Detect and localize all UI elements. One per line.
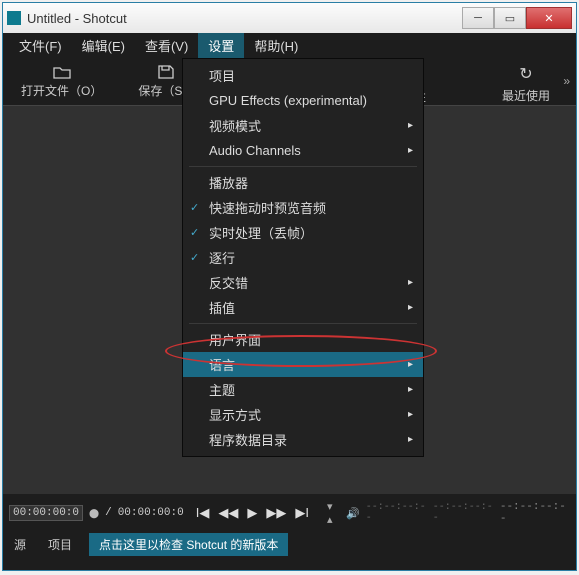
volume-area: ▾ ▴ 🔊 --:--:--:-- --:--:--:-- [327, 500, 494, 526]
chevron-right-icon: ▸ [408, 145, 413, 156]
open-file-label: 打开文件（O） [21, 82, 102, 99]
zoom-controls[interactable]: ▾ ▴ [327, 500, 340, 526]
close-button[interactable]: ✕ [526, 7, 572, 29]
recent-label: 最近使用 [502, 87, 550, 104]
skip-start-icon[interactable]: I◀ [196, 505, 210, 521]
chevron-right-icon: ▸ [408, 384, 413, 395]
window-title: Untitled - Shotcut [27, 11, 462, 26]
volume-icon[interactable]: 🔊 [346, 507, 360, 520]
transport-controls: I◀ ◀◀ ▶ ▶▶ ▶I [196, 505, 309, 521]
menu-item-player-heading: 播放器 [183, 170, 423, 195]
menu-view[interactable]: 查看(V) [135, 33, 198, 58]
check-icon: ✓ [190, 201, 199, 214]
tab-project[interactable]: 项目 [37, 534, 83, 555]
time-separator: / [105, 507, 112, 519]
total-time: 00:00:00:0 [118, 507, 184, 519]
menu-help[interactable]: 帮助(H) [244, 33, 308, 58]
toolbar-overflow[interactable]: » [563, 74, 570, 88]
out-point: --:--:--:-- [433, 502, 494, 524]
update-check-link[interactable]: 点击这里以检查 Shotcut 的新版本 [89, 533, 288, 556]
settings-menu: 项目 GPU Effects (experimental) 视频模式▸ Audi… [182, 58, 424, 457]
menu-item-gpu[interactable]: GPU Effects (experimental) [183, 88, 423, 113]
chevron-right-icon: ▸ [408, 302, 413, 313]
check-icon: ✓ [190, 226, 199, 239]
menu-item-theme[interactable]: 主题▸ [183, 377, 423, 402]
recent-button[interactable]: ↻ 最近使用 [502, 64, 550, 104]
menu-item-video-mode[interactable]: 视频模式▸ [183, 113, 423, 138]
chevron-right-icon: ▸ [408, 434, 413, 445]
menu-item-ui-heading: 用户界面 [183, 327, 423, 352]
menu-edit[interactable]: 编辑(E) [72, 33, 135, 58]
menu-separator [189, 323, 417, 324]
tab-source[interactable]: 源 [3, 534, 37, 555]
menu-item-deinterlace[interactable]: 反交错▸ [183, 270, 423, 295]
save-icon [157, 65, 175, 79]
statusbar: 源 项目 点击这里以检查 Shotcut 的新版本 [3, 532, 576, 557]
check-icon: ✓ [190, 251, 199, 264]
menu-item-display-method[interactable]: 显示方式▸ [183, 402, 423, 427]
menubar: 文件(F) 编辑(E) 查看(V) 设置 帮助(H) [3, 33, 576, 58]
menu-item-realtime[interactable]: ✓实时处理（丢帧） [183, 220, 423, 245]
duration-display: --:--:--:-- [500, 501, 568, 525]
menu-file[interactable]: 文件(F) [9, 33, 72, 58]
skip-end-icon[interactable]: ▶I [295, 505, 309, 521]
app-window: Untitled - Shotcut ─ ▭ ✕ 文件(F) 编辑(E) 查看(… [2, 2, 577, 571]
chevron-right-icon: ▸ [408, 277, 413, 288]
maximize-button[interactable]: ▭ [494, 7, 526, 29]
window-buttons: ─ ▭ ✕ [462, 7, 572, 29]
folder-open-icon [53, 65, 71, 79]
open-file-button[interactable]: 打开文件（O） [3, 65, 120, 99]
chevron-right-icon: ▸ [408, 409, 413, 420]
player-controls: 00:00:00:0 ⬤ / 00:00:00:0 I◀ ◀◀ ▶ ▶▶ ▶I … [3, 494, 576, 532]
menu-item-interpolation[interactable]: 插值▸ [183, 295, 423, 320]
play-icon[interactable]: ▶ [247, 505, 257, 521]
menu-item-project[interactable]: 项目 [183, 63, 423, 88]
titlebar: Untitled - Shotcut ─ ▭ ✕ [3, 3, 576, 33]
menu-separator [189, 166, 417, 167]
rewind-icon[interactable]: ◀◀ [218, 505, 238, 521]
clock-icon: ↻ [519, 64, 532, 84]
fastforward-icon[interactable]: ▶▶ [266, 505, 286, 521]
menu-settings[interactable]: 设置 [198, 33, 244, 58]
menu-item-scrub-audio[interactable]: ✓快速拖动时预览音频 [183, 195, 423, 220]
in-point: --:--:--:-- [366, 502, 427, 524]
menu-item-appdata[interactable]: 程序数据目录▸ [183, 427, 423, 452]
minimize-button[interactable]: ─ [462, 7, 494, 29]
menu-item-progressive[interactable]: ✓逐行 [183, 245, 423, 270]
menu-item-audio-channels[interactable]: Audio Channels▸ [183, 138, 423, 163]
chevron-right-icon: ▸ [408, 120, 413, 131]
current-time[interactable]: 00:00:00:0 [9, 505, 83, 521]
scrub-handle[interactable]: ⬤ [89, 508, 99, 519]
app-icon [7, 11, 21, 25]
chevron-right-icon: ▸ [408, 359, 413, 370]
menu-item-language[interactable]: 语言▸ [183, 352, 423, 377]
